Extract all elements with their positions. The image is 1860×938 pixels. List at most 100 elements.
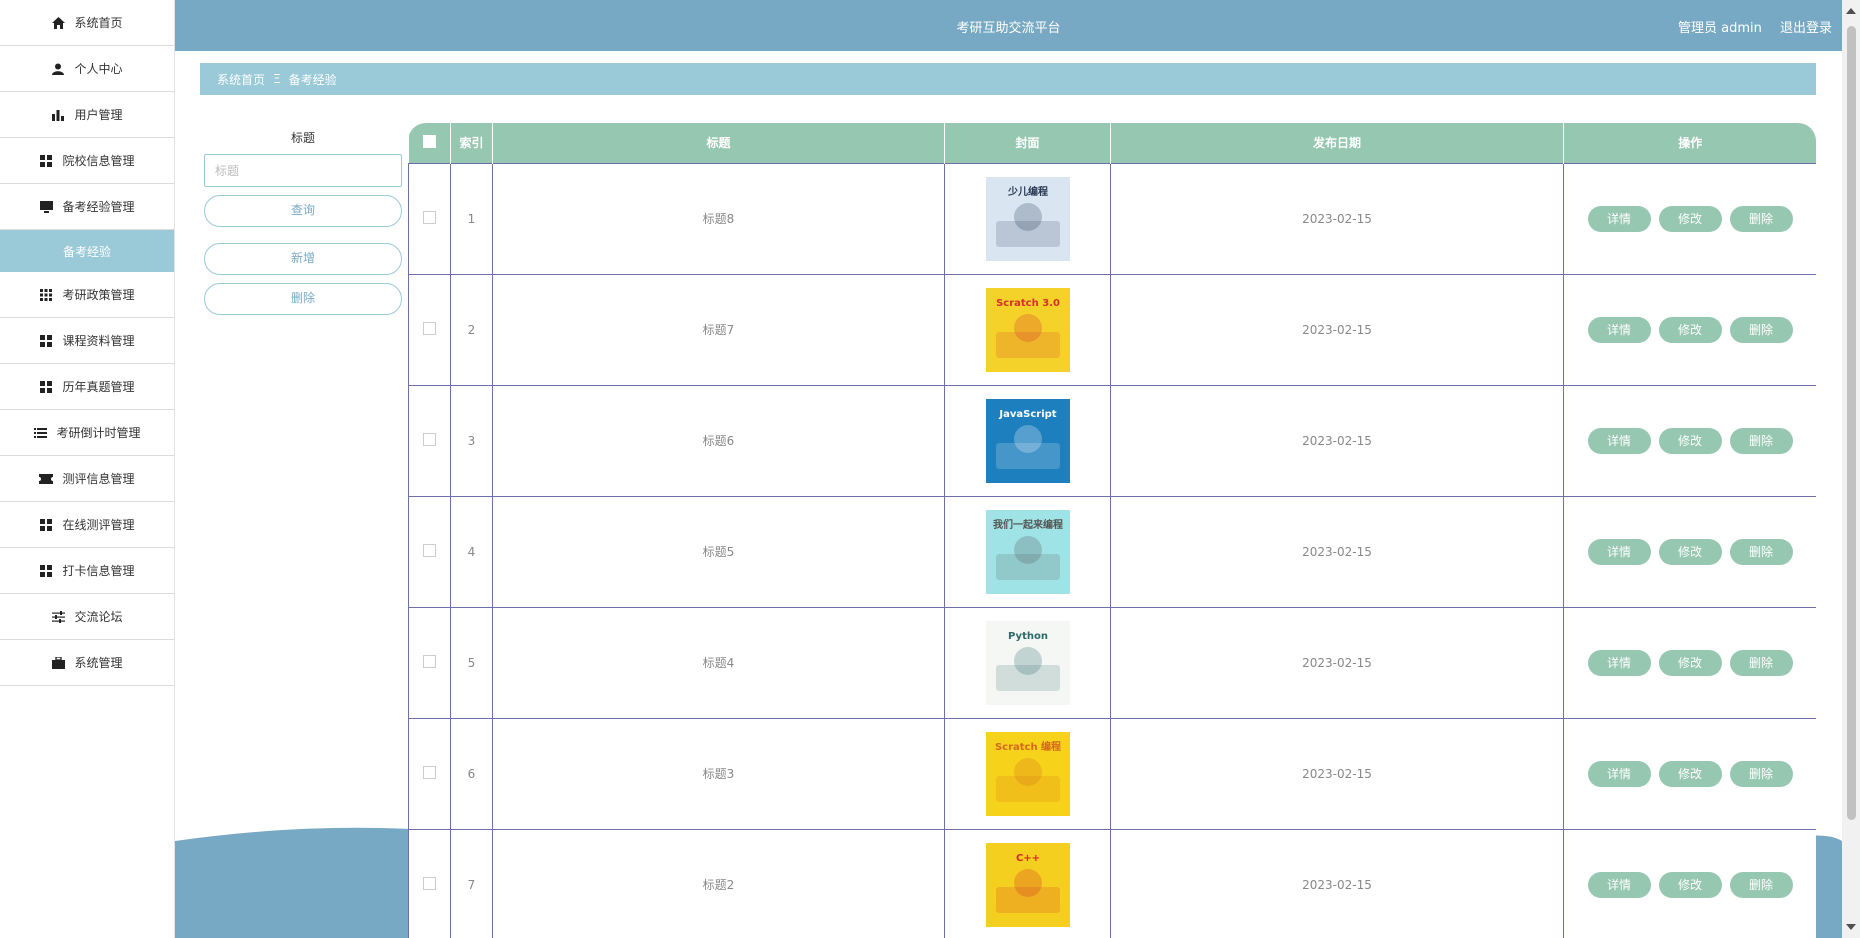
app-title: 考研互助交流平台 [956,21,1061,36]
sidebar-item-4[interactable]: 备考经验管理 [0,184,174,230]
row-select-cell[interactable] [408,495,451,608]
select-all-checkbox[interactable] [422,134,436,148]
row-title: 标题4 [492,606,945,719]
apps-icon [39,288,53,302]
cover-image: JavaScript [985,398,1070,483]
edit-button[interactable]: 修改 [1658,427,1722,454]
add-button[interactable]: 新增 [204,243,402,275]
row-checkbox[interactable] [423,654,436,668]
sidebar-item-label: 在线测评管理 [62,518,135,532]
row-checkbox[interactable] [423,876,436,890]
sidebar-item-12[interactable]: 打卡信息管理 [0,548,174,594]
table-row: 2 标题7 Scratch 3.0 2023-02-15 详情 修改 删除 [408,273,1816,386]
row-index: 1 [450,162,493,275]
row-checkbox[interactable] [423,765,436,779]
row-ops: 详情 修改 删除 [1563,606,1816,719]
row-date: 2023-02-15 [1110,384,1564,497]
row-select-cell[interactable] [408,384,451,497]
cover-text: Scratch 3.0 [996,298,1060,309]
row-checkbox[interactable] [423,210,436,224]
breadcrumb: 系统首页 Ξ 备考经验 [200,63,1816,95]
sidebar-item-9[interactable]: 考研倒计时管理 [0,410,174,456]
sidebar-item-10[interactable]: 测评信息管理 [0,456,174,502]
breadcrumb-separator-icon: Ξ [273,72,281,86]
sidebar-item-label: 历年真题管理 [62,380,135,394]
row-cover-cell: Python [944,606,1111,719]
sidebar-item-5[interactable]: 备考经验 [0,230,174,272]
detail-button[interactable]: 详情 [1587,316,1651,343]
row-cover-cell: JavaScript [944,384,1111,497]
select-all-header[interactable] [408,123,451,163]
row-ops: 详情 修改 删除 [1563,717,1816,830]
breadcrumb-home[interactable]: 系统首页 [217,71,265,88]
detail-button[interactable]: 详情 [1587,649,1651,676]
row-cover-cell: C++ [944,828,1111,938]
edit-button[interactable]: 修改 [1658,205,1722,232]
row-checkbox[interactable] [423,321,436,335]
sidebar-item-8[interactable]: 历年真题管理 [0,364,174,410]
row-title: 标题7 [492,273,945,386]
batch-delete-button[interactable]: 删除 [204,283,402,315]
row-index: 5 [450,606,493,719]
sidebar-item-label: 测评信息管理 [62,472,135,486]
row-checkbox[interactable] [423,432,436,446]
sidebar-item-1[interactable]: 个人中心 [0,46,174,92]
edit-button[interactable]: 修改 [1658,538,1722,565]
row-ops: 详情 修改 删除 [1563,828,1816,938]
sidebar-item-13[interactable]: 交流论坛 [0,594,174,640]
row-select-cell[interactable] [408,273,451,386]
title-search-input[interactable] [204,154,402,187]
delete-button[interactable]: 删除 [1729,649,1793,676]
sidebar-item-0[interactable]: 系统首页 [0,0,174,46]
row-select-cell[interactable] [408,606,451,719]
cover-text: Python [1008,631,1048,642]
user-area: 管理员 admin 退出登录 [1678,17,1832,36]
cover-image: 少儿编程 [985,176,1070,261]
admin-label: 管理员 admin [1677,21,1762,36]
table-row: 7 标题2 C++ 2023-02-15 详情 修改 删除 [408,828,1816,938]
row-select-cell[interactable] [408,717,451,830]
detail-button[interactable]: 详情 [1587,205,1651,232]
row-checkbox[interactable] [423,543,436,557]
detail-button[interactable]: 详情 [1587,427,1651,454]
delete-button[interactable]: 删除 [1729,427,1793,454]
detail-button[interactable]: 详情 [1587,760,1651,787]
scrollbar-thumb[interactable] [1847,26,1856,820]
detail-button[interactable]: 详情 [1587,538,1651,565]
edit-button[interactable]: 修改 [1658,760,1722,787]
row-select-cell[interactable] [408,828,451,938]
edit-button[interactable]: 修改 [1658,649,1722,676]
sidebar-item-label: 备考经验管理 [62,200,135,214]
sidebar-item-7[interactable]: 课程资料管理 [0,318,174,364]
sidebar-item-11[interactable]: 在线测评管理 [0,502,174,548]
row-select-cell[interactable] [408,162,451,275]
delete-button[interactable]: 删除 [1729,538,1793,565]
query-button[interactable]: 查询 [204,195,402,227]
row-index: 3 [450,384,493,497]
sidebar-item-6[interactable]: 考研政策管理 [0,272,174,318]
delete-button[interactable]: 删除 [1729,205,1793,232]
grid-icon [39,334,53,348]
cover-text: C++ [1015,853,1039,864]
row-title: 标题3 [492,717,945,830]
monitor-icon [39,200,53,214]
page-scrollbar[interactable] [1842,0,1860,938]
delete-button[interactable]: 删除 [1729,871,1793,898]
row-index: 4 [450,495,493,608]
sliders-icon [51,610,65,624]
header-title: 标题 [492,123,945,163]
sidebar-item-3[interactable]: 院校信息管理 [0,138,174,184]
detail-button[interactable]: 详情 [1587,871,1651,898]
sidebar-item-14[interactable]: 系统管理 [0,640,174,686]
scroll-down-icon[interactable] [1846,924,1856,930]
logout-link[interactable]: 退出登录 [1780,21,1832,36]
header-cover: 封面 [944,123,1111,163]
delete-button[interactable]: 删除 [1729,760,1793,787]
sidebar-item-label: 备考经验 [62,244,111,259]
edit-button[interactable]: 修改 [1658,871,1722,898]
sidebar-item-2[interactable]: 用户管理 [0,92,174,138]
scroll-up-icon[interactable] [1846,8,1856,14]
top-header: 考研互助交流平台 管理员 admin 退出登录 [175,0,1842,51]
edit-button[interactable]: 修改 [1658,316,1722,343]
delete-button[interactable]: 删除 [1729,316,1793,343]
